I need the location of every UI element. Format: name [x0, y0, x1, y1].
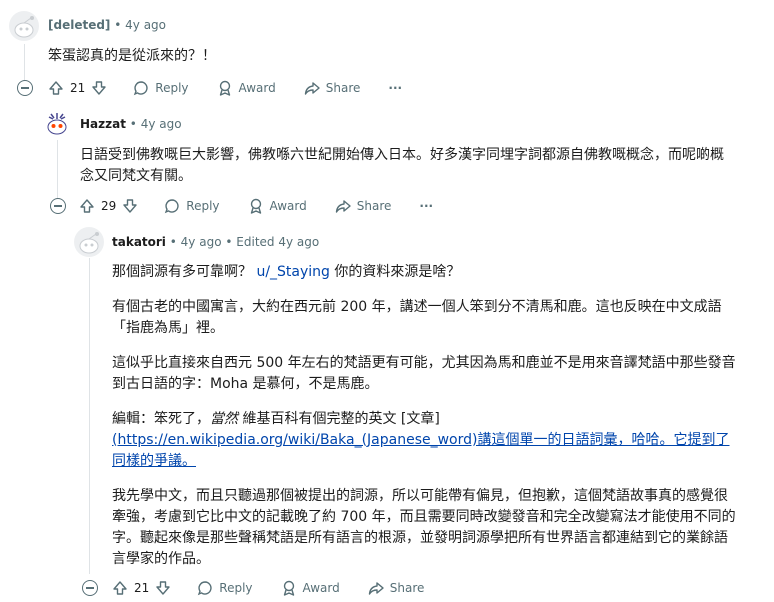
- share-icon: [368, 582, 384, 595]
- collapse-button[interactable]: [17, 80, 33, 96]
- collapse-button[interactable]: [50, 198, 66, 214]
- share-icon: [335, 200, 351, 213]
- vote-count: 29: [101, 199, 117, 213]
- share-label: Share: [389, 581, 425, 595]
- award-icon: [250, 198, 261, 214]
- share-label: Share: [325, 81, 361, 95]
- award-button[interactable]: Award: [248, 198, 307, 214]
- reply-label: Reply: [155, 81, 189, 95]
- comment-body: 那個詞源有多可靠啊？ u/_Staying 你的資料來源是啥？ 有個古老的中國寓…: [112, 262, 736, 584]
- reply-label: Reply: [219, 581, 253, 595]
- comment-paragraph: 日語受到佛教嘅巨大影響，佛教喺六世紀開始傳入日本。好多漢字同埋字詞都源自佛教嘅概…: [80, 147, 724, 184]
- comment-paragraph: 我先學中文，而且只聽過那個被提出的詞源，所以可能帶有偏見，但抱歉，這個梵語故事真…: [112, 488, 736, 567]
- share-button[interactable]: Share: [304, 80, 361, 96]
- award-button[interactable]: Award: [217, 80, 276, 96]
- award-button[interactable]: Award: [281, 580, 340, 596]
- upvote-icon: [113, 581, 127, 595]
- timestamp[interactable]: 4y ago: [181, 235, 222, 249]
- emphasis-text: 當然: [210, 411, 238, 427]
- separator: •: [225, 235, 233, 249]
- thread-line-level-1[interactable]: [24, 44, 25, 84]
- text: 那個詞源有多可靠啊？: [112, 264, 257, 280]
- user-mention-link[interactable]: u/_Staying: [256, 264, 329, 280]
- comment-paragraph: 編輯：笨死了，當然 維基百科有個完整的英文 [文章] (https://en.wi…: [112, 409, 736, 472]
- comment-paragraph: 笨蛋認真的是從派來的？！: [48, 48, 216, 64]
- chat-bubble-icon: [134, 81, 148, 96]
- text: 維基百科有個完整的英文 [文章]: [238, 411, 440, 427]
- username[interactable]: takatori: [112, 235, 166, 249]
- more-options-button[interactable]: ···: [388, 81, 402, 95]
- text: 編輯：笨死了，: [112, 411, 210, 427]
- username[interactable]: [deleted]: [48, 18, 110, 32]
- upvote-button[interactable]: [48, 80, 64, 96]
- separator: •: [129, 117, 137, 131]
- award-label: Award: [269, 199, 307, 213]
- action-bar: 29 Reply Award Share ···: [79, 192, 433, 220]
- upvote-button[interactable]: [79, 198, 95, 214]
- comment-paragraph: 那個詞源有多可靠啊？ u/_Staying 你的資料來源是啥？: [112, 262, 736, 283]
- award-label: Award: [302, 581, 340, 595]
- downvote-button[interactable]: [155, 580, 171, 596]
- separator: •: [114, 18, 122, 32]
- upvote-icon: [49, 81, 63, 95]
- downvote-icon: [123, 199, 137, 213]
- share-button[interactable]: Share: [335, 198, 392, 214]
- timestamp[interactable]: 4y ago: [141, 117, 182, 131]
- more-options-button[interactable]: ···: [419, 199, 433, 213]
- vote-count: 21: [134, 581, 150, 595]
- award-icon: [219, 80, 230, 96]
- comment-meta: [deleted] • 4y ago: [48, 18, 166, 32]
- comment-meta: takatori • 4y ago • Edited 4y ago: [112, 235, 319, 249]
- action-bar: 21 Reply Award Share: [112, 574, 424, 602]
- upvote-button[interactable]: [112, 580, 128, 596]
- avatar-takatori[interactable]: [73, 226, 105, 258]
- downvote-icon: [92, 81, 106, 95]
- timestamp[interactable]: 4y ago: [125, 18, 166, 32]
- collapse-button[interactable]: [82, 580, 98, 596]
- thread-line-level-3[interactable]: [89, 258, 90, 574]
- downvote-button[interactable]: [122, 198, 138, 214]
- share-button[interactable]: Share: [368, 580, 425, 596]
- reply-button[interactable]: Reply: [133, 80, 189, 96]
- wikipedia-link[interactable]: (https://en.wikipedia.org/wiki/Baka_(Jap…: [112, 432, 729, 469]
- comment-meta: Hazzat • 4y ago: [80, 117, 182, 131]
- avatar-hazzat[interactable]: [41, 108, 73, 140]
- thread-line-level-2[interactable]: [57, 140, 58, 200]
- username[interactable]: Hazzat: [80, 117, 126, 131]
- reply-button[interactable]: Reply: [164, 198, 220, 214]
- edited-timestamp: Edited 4y ago: [236, 235, 320, 249]
- avatar-deleted[interactable]: [8, 10, 40, 42]
- comment-paragraph: 這似乎比直接來自西元 500 年左右的梵語更有可能，尤其因為馬和鹿並不是用來音譯…: [112, 355, 736, 392]
- text: 你的資料來源是啥？: [329, 264, 461, 280]
- share-icon: [304, 82, 320, 95]
- award-icon: [283, 580, 294, 596]
- award-label: Award: [238, 81, 276, 95]
- comment-paragraph: 有個古老的中國寓言，大約在西元前 200 年，講述一個人笨到分不清馬和鹿。這也反…: [112, 299, 722, 336]
- downvote-icon: [156, 581, 170, 595]
- share-label: Share: [356, 199, 392, 213]
- downvote-button[interactable]: [91, 80, 107, 96]
- separator: •: [169, 235, 177, 249]
- reply-label: Reply: [186, 199, 220, 213]
- chat-bubble-icon: [165, 199, 179, 214]
- reply-button[interactable]: Reply: [197, 580, 253, 596]
- chat-bubble-icon: [198, 581, 212, 596]
- vote-count: 21: [70, 81, 86, 95]
- upvote-icon: [80, 199, 94, 213]
- action-bar: 21 Reply Award Share ···: [48, 74, 402, 102]
